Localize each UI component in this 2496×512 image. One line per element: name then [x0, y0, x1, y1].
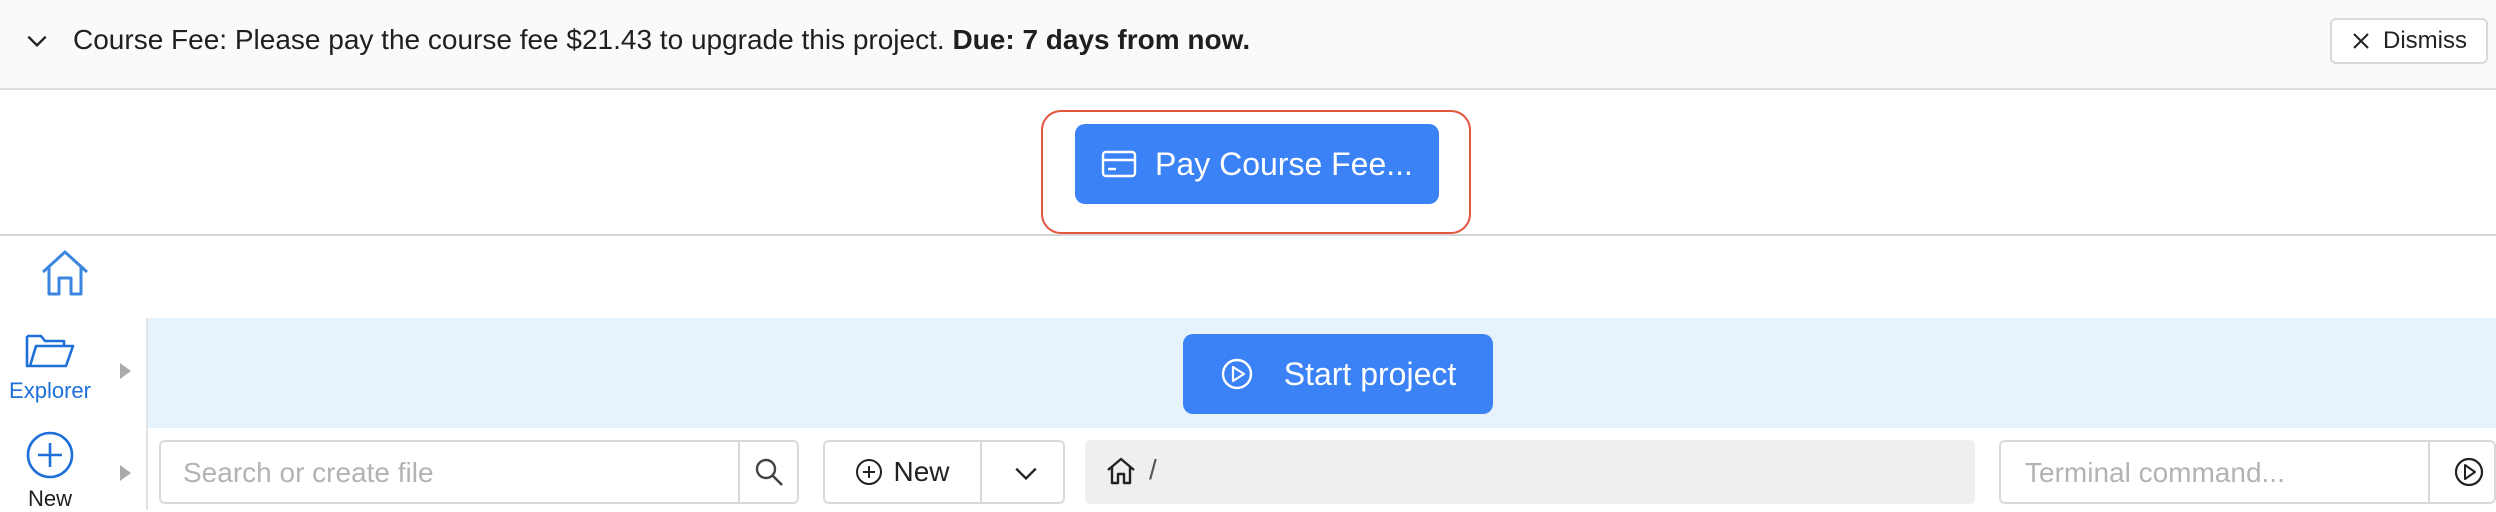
caret-right-icon[interactable]: [118, 464, 132, 482]
folder-open-icon: [25, 334, 75, 368]
new-file-label: New: [893, 456, 950, 487]
search-input[interactable]: [181, 442, 685, 504]
plus-circle-icon: [26, 431, 74, 479]
pay-area: Pay Course Fee...: [0, 90, 2496, 236]
chevron-down-icon[interactable]: [1013, 460, 1039, 486]
file-search-box: [159, 440, 799, 504]
new-file-button-group: New: [823, 440, 1065, 504]
play-circle-icon[interactable]: [2453, 456, 2485, 488]
sidebar-item-new[interactable]: New: [0, 430, 100, 512]
start-project-label: Start project: [1283, 355, 1457, 392]
banner-fee-text: Course Fee: Please pay the course fee $2…: [73, 24, 945, 55]
path-separator: /: [1149, 454, 1157, 485]
path-breadcrumb: /: [1085, 440, 1975, 504]
banner-due-text: Due: 7 days from now.: [952, 24, 1251, 55]
course-fee-banner: Course Fee: Please pay the course fee $2…: [0, 0, 2496, 90]
credit-card-icon: [1101, 150, 1137, 178]
sidebar-item-label: Explorer: [9, 378, 91, 403]
left-sidebar: Explorer New: [0, 318, 148, 512]
new-divider: [980, 442, 982, 502]
terminal-input[interactable]: [2023, 442, 2427, 504]
banner-message: Course Fee: Please pay the course fee $2…: [73, 22, 1250, 58]
dismiss-button[interactable]: Dismiss: [2330, 18, 2488, 64]
pay-button-label: Pay Course Fee...: [1155, 145, 1413, 182]
plus-circle-icon: [856, 459, 883, 485]
search-icon[interactable]: [753, 456, 785, 488]
new-file-button[interactable]: New: [825, 442, 980, 502]
terminal-divider: [2428, 442, 2430, 502]
start-project-button[interactable]: Start project: [1183, 334, 1493, 414]
home-icon[interactable]: [1105, 456, 1137, 486]
chevron-down-icon[interactable]: [24, 28, 50, 54]
caret-right-icon[interactable]: [118, 362, 132, 380]
play-circle-icon: [1221, 358, 1252, 390]
dismiss-label: Dismiss: [2383, 27, 2467, 54]
sidebar-item-label: New: [27, 486, 72, 511]
terminal-command-box: [1999, 440, 2496, 504]
search-divider: [738, 442, 740, 502]
sidebar-item-explorer[interactable]: Explorer: [0, 330, 100, 404]
home-icon[interactable]: [38, 248, 92, 298]
close-icon: [2353, 33, 2369, 49]
pay-course-fee-button[interactable]: Pay Course Fee...: [1075, 124, 1439, 204]
